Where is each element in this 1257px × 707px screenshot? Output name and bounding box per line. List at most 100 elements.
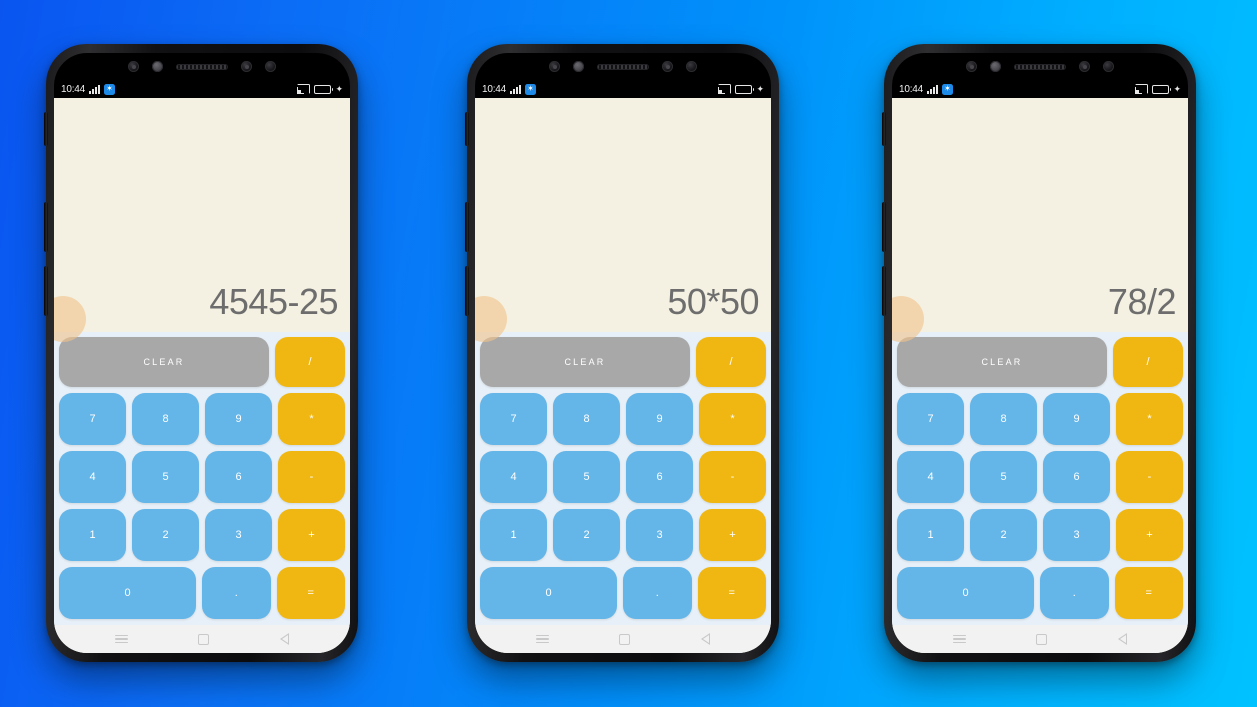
keypad-row-123: 1 2 3 + (59, 509, 345, 561)
key-6[interactable]: 6 (205, 451, 272, 503)
menu-icon[interactable] (536, 634, 550, 644)
key-divide[interactable]: / (1113, 337, 1183, 387)
key-decimal[interactable]: . (1040, 567, 1109, 619)
phone-side-key-volume-down[interactable] (882, 266, 886, 316)
key-0[interactable]: 0 (897, 567, 1034, 619)
key-5[interactable]: 5 (132, 451, 199, 503)
menu-icon[interactable] (115, 634, 129, 644)
home-square-icon[interactable] (1036, 633, 1048, 645)
screen-cast-icon (1135, 84, 1149, 94)
status-time: 10:44 (482, 83, 507, 95)
screen-cast-icon (297, 84, 311, 94)
bluetooth-icon: ✶ (525, 83, 537, 95)
key-2[interactable]: 2 (553, 509, 620, 561)
keypad-row-zero: 0 . = (59, 567, 345, 619)
phone-side-key-volume-up[interactable] (882, 202, 886, 252)
key-9[interactable]: 9 (205, 393, 272, 445)
key-5[interactable]: 5 (970, 451, 1037, 503)
key-3[interactable]: 3 (626, 509, 693, 561)
key-plus[interactable]: + (699, 509, 766, 561)
phone-side-key-volume-up[interactable] (44, 202, 48, 252)
back-triangle-icon[interactable] (1117, 633, 1127, 645)
phone-side-key-volume-down[interactable] (465, 266, 469, 316)
signal-bars-icon (927, 84, 939, 94)
key-0[interactable]: 0 (480, 567, 617, 619)
calculator-keypad: CLEAR / 7 8 9 * 4 5 6 - 1 2 3 + 0 . = (54, 332, 350, 625)
key-1[interactable]: 1 (59, 509, 126, 561)
keypad-row-zero: 0 . = (897, 567, 1183, 619)
phone-mockup-1: 10:44 ✶ ✦ 4545-25 CLEAR / 7 8 9 * 4 5 6 … (44, 44, 358, 662)
key-divide[interactable]: / (696, 337, 766, 387)
front-camera-icon (265, 61, 276, 72)
key-minus[interactable]: - (1116, 451, 1183, 503)
key-9[interactable]: 9 (626, 393, 693, 445)
earpiece-speaker-icon (176, 63, 228, 70)
key-minus[interactable]: - (699, 451, 766, 503)
calculator-app-screen: 50*50 CLEAR / 7 8 9 * 4 5 6 - 1 2 3 + 0 … (475, 98, 771, 653)
battery-icon (1152, 84, 1172, 94)
status-bar-left: 10:44 ✶ (899, 83, 954, 95)
menu-icon[interactable] (953, 634, 967, 644)
key-4[interactable]: 4 (897, 451, 964, 503)
key-1[interactable]: 1 (480, 509, 547, 561)
notch-sensor-strip (54, 53, 350, 80)
signal-bars-icon (510, 84, 522, 94)
key-clear[interactable]: CLEAR (897, 337, 1107, 387)
key-8[interactable]: 8 (132, 393, 199, 445)
phone-side-key-volume-down[interactable] (44, 266, 48, 316)
phone-bezel: 10:44 ✶ ✦ 50*50 CLEAR / 7 8 9 * 4 5 6 - … (475, 53, 771, 653)
key-9[interactable]: 9 (1043, 393, 1110, 445)
keypad-row-456: 4 5 6 - (480, 451, 766, 503)
key-4[interactable]: 4 (59, 451, 126, 503)
keypad-row-789: 7 8 9 * (480, 393, 766, 445)
key-plus[interactable]: + (1116, 509, 1183, 561)
front-camera-icon (686, 61, 697, 72)
key-2[interactable]: 2 (970, 509, 1037, 561)
phone-side-key-volume-up[interactable] (465, 202, 469, 252)
key-multiply[interactable]: * (1116, 393, 1183, 445)
android-nav-bar (54, 625, 350, 653)
home-square-icon[interactable] (619, 633, 631, 645)
key-clear[interactable]: CLEAR (480, 337, 690, 387)
key-4[interactable]: 4 (480, 451, 547, 503)
phone-side-key-mute[interactable] (882, 112, 886, 146)
key-minus[interactable]: - (278, 451, 345, 503)
status-bar-left: 10:44 ✶ (61, 83, 116, 95)
keypad-row-789: 7 8 9 * (897, 393, 1183, 445)
earpiece-speaker-icon (597, 63, 649, 70)
key-decimal[interactable]: . (202, 567, 271, 619)
key-3[interactable]: 3 (205, 509, 272, 561)
back-triangle-icon[interactable] (279, 633, 289, 645)
key-8[interactable]: 8 (553, 393, 620, 445)
key-clear[interactable]: CLEAR (59, 337, 269, 387)
home-square-icon[interactable] (198, 633, 210, 645)
key-equals[interactable]: = (1114, 567, 1183, 619)
phone-side-key-mute[interactable] (44, 112, 48, 146)
calculator-display: 50*50 (475, 98, 771, 342)
key-multiply[interactable]: * (278, 393, 345, 445)
key-plus[interactable]: + (278, 509, 345, 561)
key-0[interactable]: 0 (59, 567, 196, 619)
key-1[interactable]: 1 (897, 509, 964, 561)
calculator-app-screen: 78/2 CLEAR / 7 8 9 * 4 5 6 - 1 2 3 + 0 .… (892, 98, 1188, 653)
key-2[interactable]: 2 (132, 509, 199, 561)
back-triangle-icon[interactable] (700, 633, 710, 645)
key-7[interactable]: 7 (897, 393, 964, 445)
bluetooth-icon: ✶ (104, 83, 116, 95)
key-6[interactable]: 6 (626, 451, 693, 503)
phone-side-key-mute[interactable] (465, 112, 469, 146)
android-nav-bar (475, 625, 771, 653)
key-8[interactable]: 8 (970, 393, 1037, 445)
key-7[interactable]: 7 (480, 393, 547, 445)
keypad-row-123: 1 2 3 + (480, 509, 766, 561)
key-7[interactable]: 7 (59, 393, 126, 445)
key-6[interactable]: 6 (1043, 451, 1110, 503)
key-equals[interactable]: = (697, 567, 766, 619)
keypad-row-zero: 0 . = (480, 567, 766, 619)
key-3[interactable]: 3 (1043, 509, 1110, 561)
key-5[interactable]: 5 (553, 451, 620, 503)
key-multiply[interactable]: * (699, 393, 766, 445)
key-divide[interactable]: / (275, 337, 345, 387)
key-decimal[interactable]: . (623, 567, 692, 619)
key-equals[interactable]: = (276, 567, 345, 619)
